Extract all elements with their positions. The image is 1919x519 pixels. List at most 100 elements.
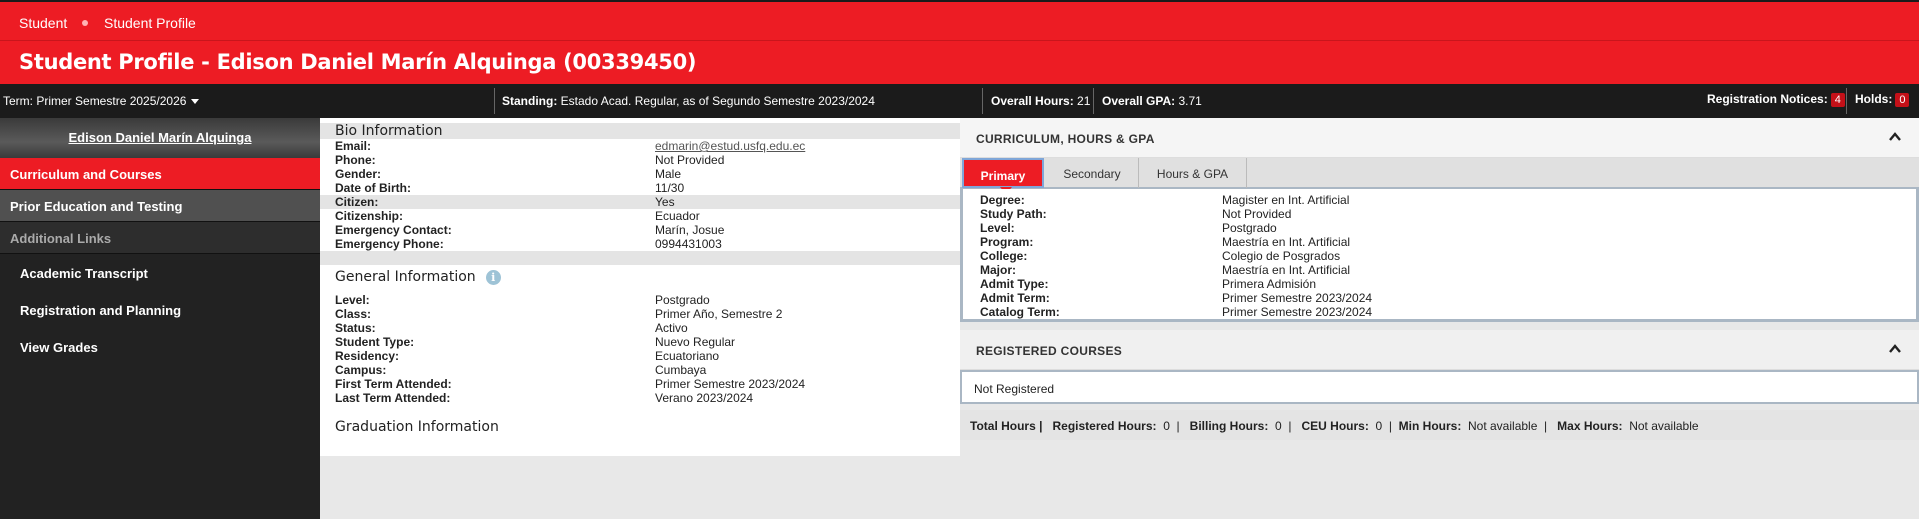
registered-courses-header: REGISTERED COURSES <box>960 330 1919 370</box>
field-value: 11/30 <box>655 181 685 195</box>
field-row: First Term Attended: Primer Semestre 2023… <box>320 377 960 391</box>
field-value: Verano 2023/2024 <box>655 391 754 405</box>
field-row: Date of Birth: 11/30 <box>320 181 960 195</box>
min-hours-label: Min Hours: <box>1398 419 1462 433</box>
field-label: Citizenship: <box>335 209 403 223</box>
divider <box>1093 88 1094 114</box>
bio-panel: Bio Information Email: edmarin@estud.usfq… <box>320 118 960 456</box>
sidebar-user-header: Edison Daniel Marín Alquinga <box>0 118 320 158</box>
sidebar: Edison Daniel Marín Alquinga Curriculum … <box>0 118 320 519</box>
hours-totals-bar: Total Hours | Registered Hours: 0 | Bill… <box>960 410 1919 440</box>
tab-hours-gpa[interactable]: Hours & GPA <box>1139 158 1247 188</box>
holds-link[interactable]: Holds: 0 <box>1855 92 1910 107</box>
field-value: Maestría en Int. Artificial <box>1222 235 1351 249</box>
field-row: Student Type: Nuevo Regular <box>320 335 960 349</box>
standing-value: Estado Acad. Regular, as of Segundo Seme… <box>560 94 875 108</box>
caret-down-icon <box>191 99 200 105</box>
field-row: Citizenship: Ecuador <box>320 209 960 223</box>
min-hours-value: Not available <box>1468 419 1538 433</box>
field-row: Level: Postgrado <box>963 221 1916 235</box>
overall-hours: Overall Hours: 21 <box>991 94 1090 108</box>
field-label: Level: <box>980 221 1015 235</box>
holds-count-badge: 0 <box>1895 93 1910 107</box>
curriculum-details: Degree: Magister en Int. Artificial Study … <box>960 189 1919 322</box>
curriculum-header: CURRICULUM, HOURS & GPA <box>960 118 1919 158</box>
field-label: Email: <box>335 139 372 153</box>
top-breadcrumb-bar: Student Student Profile <box>0 0 1919 40</box>
max-hours-label: Max Hours: <box>1557 419 1623 433</box>
breadcrumb-student[interactable]: Student <box>19 15 67 31</box>
email-link[interactable]: edmarin@estud.usfq.edu.ec <box>655 139 805 153</box>
field-label: Study Path: <box>980 207 1047 221</box>
field-value: Activo <box>655 321 688 335</box>
chevron-up-icon[interactable] <box>1889 131 1901 143</box>
term-selector[interactable]: Term: Primer Semestre 2025/2026 <box>3 94 200 108</box>
title-bar: Student Profile - Edison Daniel Marín Al… <box>0 40 1919 84</box>
field-value: Colegio de Posgrados <box>1222 249 1341 263</box>
max-hours-value: Not available <box>1629 419 1699 433</box>
field-value: Marín, Josue <box>655 223 725 237</box>
billing-hours-label: Billing Hours: <box>1189 419 1269 433</box>
field-value: Primer Semestre 2023/2024 <box>655 377 806 391</box>
field-label: Admit Type: <box>980 277 1049 291</box>
field-label: Program: <box>980 235 1034 249</box>
info-icon[interactable]: i <box>485 269 501 285</box>
bio-section-title: Bio Information <box>320 123 960 139</box>
field-label: Last Term Attended: <box>335 391 451 405</box>
field-label: Date of Birth: <box>335 181 411 195</box>
registered-courses-title: REGISTERED COURSES <box>976 344 1123 358</box>
page-title: Student Profile - Edison Daniel Marín Al… <box>19 50 697 74</box>
divider <box>494 88 495 114</box>
notices-label: Registration Notices: <box>1707 92 1828 106</box>
breadcrumb-student-profile: Student Profile <box>104 15 196 31</box>
field-row: College: Colegio de Posgrados <box>963 249 1916 263</box>
ceu-hours-value: 0 <box>1375 419 1383 433</box>
field-value: Magister en Int. Artificial <box>1222 193 1350 207</box>
field-row: Study Path: Not Provided <box>963 207 1916 221</box>
hours-value: 21 <box>1077 94 1091 108</box>
general-rows: Level: Postgrado Class: Primer Año, Semestr… <box>320 293 960 405</box>
field-label: Major: <box>980 263 1016 277</box>
sidebar-item-curriculum-and-courses[interactable]: Curriculum and Courses <box>0 158 320 190</box>
field-label: Phone: <box>335 153 376 167</box>
field-row: Status: Activo <box>320 321 960 335</box>
info-bar: Term: Primer Semestre 2025/2026 Standing… <box>0 84 1919 118</box>
field-value: Male <box>655 167 682 181</box>
field-row: Emergency Contact: Marín, Josue <box>320 223 960 237</box>
link-registration-and-planning[interactable]: Registration and Planning <box>0 291 320 328</box>
field-value: Ecuatoriano <box>655 349 720 363</box>
registration-notices-link[interactable]: Registration Notices: 4 <box>1707 92 1845 107</box>
field-row: Residency: Ecuatoriano <box>320 349 960 363</box>
overall-gpa: Overall GPA: 3.71 <box>1102 94 1202 108</box>
student-name-link[interactable]: Edison Daniel Marín Alquinga <box>69 130 252 145</box>
additional-links-heading: Additional Links <box>0 222 320 254</box>
field-row: Phone: Not Provided <box>320 153 960 167</box>
curriculum-tabs: Primary Secondary Hours & GPA <box>960 158 1919 194</box>
field-row: Level: Postgrado <box>320 293 960 307</box>
field-row: Admit Type: Primera Admisión <box>963 277 1916 291</box>
term-label: Term: <box>3 94 33 108</box>
tab-primary[interactable]: Primary <box>962 158 1044 194</box>
field-row: Citizen: Yes <box>320 195 960 209</box>
field-row: Major: Maestría en Int. Artificial <box>963 263 1916 277</box>
field-row: Class: Primer Año, Semestre 2 <box>320 307 960 321</box>
field-label: Catalog Term: <box>980 305 1060 319</box>
field-label: College: <box>980 249 1028 263</box>
standing-label: Standing: <box>502 94 558 108</box>
general-section-title: General Information <box>335 269 476 285</box>
sidebar-item-prior-education[interactable]: Prior Education and Testing <box>0 190 320 222</box>
link-academic-transcript[interactable]: Academic Transcript <box>0 254 320 291</box>
field-value: Postgrado <box>1222 221 1277 235</box>
tab-secondary[interactable]: Secondary <box>1046 158 1139 188</box>
field-label: Citizen: <box>335 195 379 209</box>
hours-label: Overall Hours: <box>991 94 1074 108</box>
general-section-header: General Information i <box>320 265 960 287</box>
field-row: Email: edmarin@estud.usfq.edu.ec <box>320 139 960 153</box>
field-row: Degree: Magister en Int. Artificial <box>963 193 1916 207</box>
field-value: Ecuador <box>655 209 700 223</box>
field-row: Last Term Attended: Verano 2023/2024 <box>320 391 960 405</box>
field-label: Emergency Contact: <box>335 223 452 237</box>
chevron-up-icon[interactable] <box>1889 343 1901 355</box>
registered-hours-value: 0 <box>1163 419 1170 433</box>
link-view-grades[interactable]: View Grades <box>0 328 320 365</box>
